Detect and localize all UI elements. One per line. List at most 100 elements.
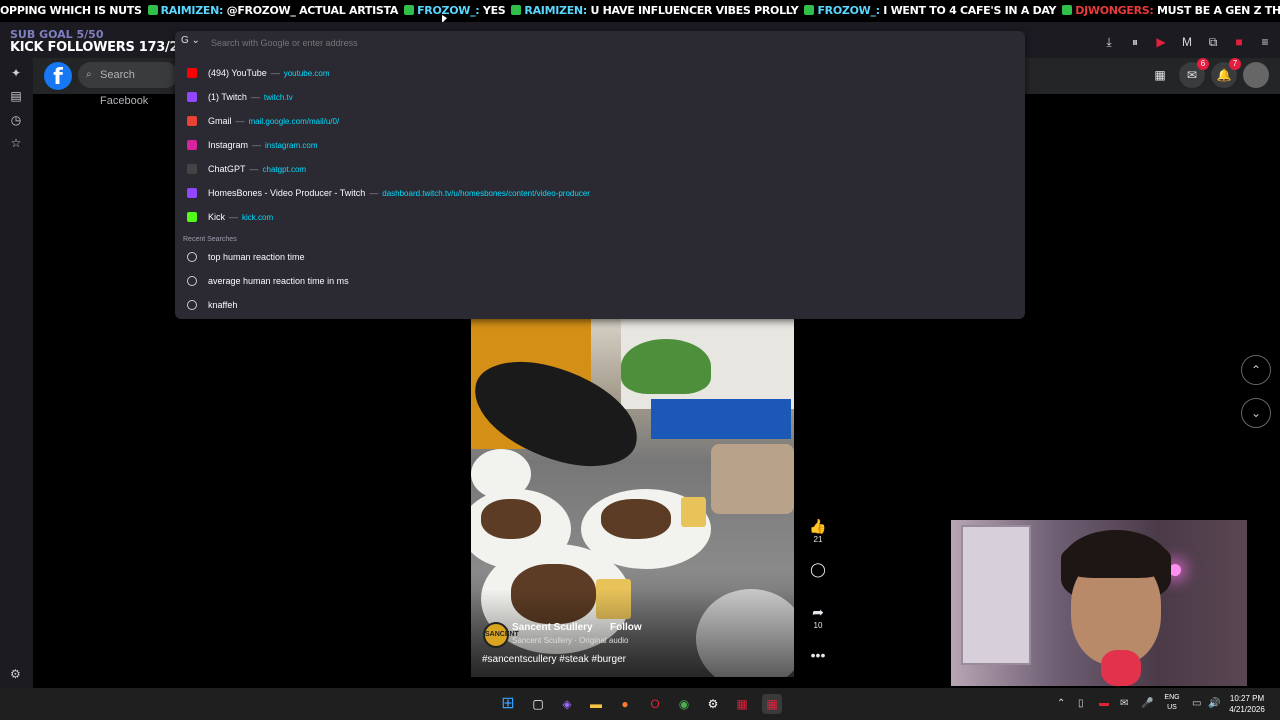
reader-icon[interactable]: ▤ <box>9 89 23 103</box>
menu-icon[interactable]: ≡ <box>1258 34 1272 50</box>
suggestion-row[interactable]: Kick — kick.com <box>175 205 1025 229</box>
recent-search-text: average human reaction time in ms <box>208 276 349 286</box>
video-greens <box>621 339 711 394</box>
video-hashtags[interactable]: #sancentscullery #steak #burger <box>482 654 626 665</box>
comment-icon: ◯ <box>810 561 826 577</box>
chrome-icon[interactable]: ◉ <box>674 694 694 714</box>
recent-search-row[interactable]: knaffeh <box>175 293 1025 317</box>
webcam-microphone <box>1101 650 1141 686</box>
suggestion-title: Instagram <box>208 140 249 150</box>
chat-ticker: OPPING WHICH IS NUTS RAIMIZEN: @FROZOW_ A… <box>0 0 1280 22</box>
address-input[interactable] <box>211 35 811 51</box>
ticker-message: RAIMIZEN: @FROZOW_ ACTUAL ARTISTA <box>147 0 398 22</box>
red-extension-icon[interactable]: ■ <box>1232 34 1246 50</box>
volume-icon[interactable]: 🔊 <box>1208 696 1220 712</box>
recent-search-text: top human reaction time <box>208 252 305 262</box>
share-button[interactable]: ➦ 10 <box>808 603 828 630</box>
thumbs-up-icon: 👍 <box>809 518 827 534</box>
suggestion-title-wrap: Instagram — instagram.com <box>208 133 318 158</box>
search-engine-chip[interactable]: G ⌄ <box>181 35 207 51</box>
suggestion-url: instagram.com <box>265 141 318 150</box>
ticker-username: FROZOW_: <box>417 4 480 17</box>
video-author-name[interactable]: Sancent Scullery <box>512 622 593 633</box>
suggestion-title-wrap: Gmail — mail.google.com/mail/u/0/ <box>208 109 339 134</box>
share-icon: ➦ <box>812 604 824 620</box>
usb-icon[interactable]: ▯ <box>1078 696 1084 712</box>
gmail-icon <box>187 116 197 126</box>
history-icon[interactable]: ◷ <box>9 113 23 127</box>
m-extension-icon[interactable]: M <box>1180 34 1194 50</box>
messenger-icon[interactable]: ✉ 6 <box>1179 58 1209 88</box>
recent-search-row[interactable]: top human reaction time <box>175 245 1025 269</box>
settings-gear-icon[interactable]: ⚙ <box>10 667 21 681</box>
more-options-button[interactable]: ••• <box>808 646 828 664</box>
pause-extension-icon[interactable]: ⏸ <box>1128 34 1142 50</box>
bookmark-star-icon[interactable]: ☆ <box>9 136 23 150</box>
notifications-badge: 7 <box>1229 58 1241 70</box>
suggestion-row[interactable]: ChatGPT — chatgpt.com <box>175 157 1025 181</box>
google-icon: G <box>181 35 189 46</box>
separator: — <box>250 92 260 102</box>
recent-searches-label: Recent Searches <box>183 236 237 243</box>
suggestion-row[interactable]: (494) YouTube — youtube.com <box>175 61 1025 85</box>
puzzle-icon[interactable]: ⧉ <box>1206 34 1220 50</box>
video-author-avatar[interactable]: SANCENT <box>483 622 519 648</box>
suggestion-title: Kick <box>208 212 226 222</box>
obs-icon[interactable]: ▦ <box>762 694 782 714</box>
chatgpt-icon <box>187 164 197 174</box>
time-text: 10:27 PM <box>1229 694 1265 703</box>
steam-icon[interactable]: ⚙ <box>703 694 723 714</box>
video-audio[interactable]: Sancent Scullery · Original audio <box>512 636 629 645</box>
avatar[interactable] <box>1243 62 1269 88</box>
start-windows-icon[interactable]: ⊞ <box>498 694 518 714</box>
suggestion-row[interactable]: Instagram — instagram.com <box>175 133 1025 157</box>
suggestion-title: Gmail <box>208 116 232 126</box>
suggestion-url: mail.google.com/mail/u/0/ <box>248 117 340 126</box>
file-explorer-icon[interactable]: ▬ <box>586 694 606 714</box>
firefox-icon[interactable]: ● <box>615 694 635 714</box>
suggestion-url: kick.com <box>242 213 274 222</box>
suggestion-row[interactable]: Gmail — mail.google.com/mail/u/0/ <box>175 109 1025 133</box>
opera-icon[interactable]: O <box>645 694 665 714</box>
comment-button[interactable]: ◯ <box>808 560 828 578</box>
like-button[interactable]: 👍 21 <box>808 517 828 544</box>
clock[interactable]: 10:27 PM 4/21/2026 <box>1224 693 1270 715</box>
separator: — <box>235 116 245 126</box>
video-tray <box>711 444 794 514</box>
youtube-extension-icon[interactable]: ▶ <box>1154 34 1168 50</box>
facebook-search[interactable]: ⌕ Search Facebook <box>78 62 178 107</box>
suggestion-title-wrap: ChatGPT — chatgpt.com <box>208 157 306 182</box>
follow-button[interactable]: Follow <box>610 622 642 633</box>
copilot-icon[interactable]: ◈ <box>557 694 577 714</box>
network-tray-icon[interactable]: ✉ <box>1120 696 1128 712</box>
next-reel-button[interactable]: ⌄ <box>1241 398 1271 428</box>
notifications-icon[interactable]: 🔔 7 <box>1211 58 1241 88</box>
microphone-icon[interactable]: 🎤 <box>1141 696 1153 712</box>
monitor-icon[interactable]: ▭ <box>1192 696 1201 712</box>
menu-grid-icon[interactable]: ▦ <box>1147 62 1173 88</box>
recent-search-text: knaffeh <box>208 300 238 310</box>
recent-search-row[interactable]: average human reaction time in ms <box>175 269 1025 293</box>
suggestion-row[interactable]: HomesBones - Video Producer - Twitch — das… <box>175 181 1025 205</box>
download-icon[interactable]: ⤓ <box>1102 34 1116 50</box>
ticker-text: MUST BE A GEN Z THING HAHA <box>1157 4 1280 17</box>
app-red-icon[interactable]: ▦ <box>732 694 752 714</box>
language-code: ENG <box>1164 694 1180 701</box>
facebook-logo-icon[interactable]: f <box>44 62 72 90</box>
tray-red-icon[interactable]: ▬ <box>1099 696 1109 712</box>
chevron-down-icon: ⌄ <box>188 35 200 46</box>
suggestion-row[interactable]: (1) Twitch — twitch.tv <box>175 85 1025 109</box>
search-icon: ⌕ <box>86 69 92 80</box>
ai-sparkle-icon[interactable]: ✦ <box>9 66 23 80</box>
suggestion-title-wrap: (494) YouTube — youtube.com <box>208 61 330 86</box>
language-indicator[interactable]: ENG US <box>1160 693 1184 713</box>
task-view-icon[interactable]: ▢ <box>528 694 548 714</box>
ticker-text: I WENT TO 4 CAFE'S IN A DAY <box>883 4 1057 17</box>
region-code: US <box>1167 704 1177 711</box>
like-count: 21 <box>813 535 823 544</box>
chevron-up-icon[interactable]: ⌃ <box>1057 696 1065 712</box>
ticker-text: U HAVE INFLUENCER VIBES PROLLY <box>590 4 799 17</box>
previous-reel-button[interactable]: ⌃ <box>1241 355 1271 385</box>
separator: — <box>270 68 280 78</box>
suggestion-url: youtube.com <box>283 69 330 78</box>
